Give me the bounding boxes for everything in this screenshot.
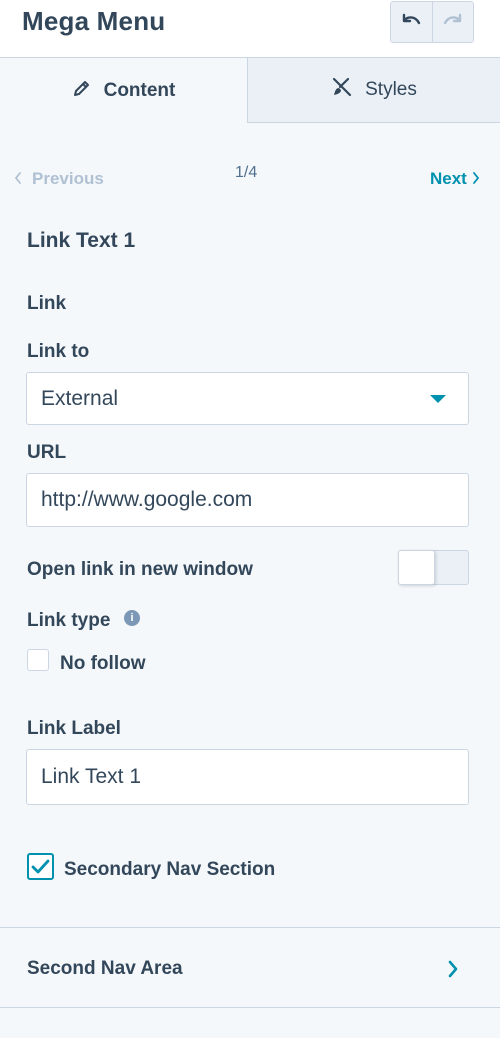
undo-icon <box>400 12 422 33</box>
no-follow-label: No follow <box>60 653 146 674</box>
brush-icon <box>331 76 353 104</box>
undo-button[interactable] <box>391 2 432 42</box>
link-label-input[interactable]: Link Text 1 <box>26 749 469 805</box>
chevron-left-icon <box>14 169 22 189</box>
link-type-label: Link type <box>27 610 111 631</box>
new-window-label: Open link in new window <box>27 559 253 580</box>
second-nav-area-row[interactable]: Second Nav Area <box>0 928 500 1007</box>
chevron-right-icon <box>447 960 459 983</box>
next-button[interactable]: Next <box>430 169 480 189</box>
tab-content[interactable]: Content <box>0 58 247 123</box>
item-pager: Previous 1/4 Next <box>0 160 500 196</box>
info-icon[interactable]: i <box>124 610 140 626</box>
history-controls <box>390 1 474 43</box>
url-label: URL <box>27 442 67 463</box>
divider <box>0 1007 500 1008</box>
tab-styles[interactable]: Styles <box>247 58 500 123</box>
link-to-value: External <box>41 386 119 410</box>
next-label: Next <box>430 169 467 188</box>
previous-button[interactable]: Previous <box>14 169 104 189</box>
url-input[interactable]: http://www.google.com <box>26 473 469 527</box>
section-title: Link Text 1 <box>27 229 136 252</box>
tab-styles-label: Styles <box>365 79 417 100</box>
new-window-toggle[interactable] <box>398 550 469 585</box>
tab-bar: Content Styles <box>0 58 500 123</box>
url-value: http://www.google.com <box>41 488 253 511</box>
toggle-knob <box>398 550 435 585</box>
link-heading: Link <box>27 293 67 314</box>
previous-label: Previous <box>32 169 104 188</box>
header: Mega Menu <box>0 0 500 58</box>
caret-down-icon <box>430 395 446 403</box>
link-to-select[interactable]: External <box>26 372 469 425</box>
page-title: Mega Menu <box>22 6 166 36</box>
link-label-value: Link Text 1 <box>41 765 142 788</box>
page-count: 1/4 <box>235 164 258 181</box>
secondary-nav-checkbox[interactable] <box>27 853 54 880</box>
redo-icon <box>442 12 464 33</box>
tab-content-label: Content <box>103 79 176 101</box>
chevron-right-icon <box>472 169 480 189</box>
link-to-label: Link to <box>27 341 90 362</box>
no-follow-checkbox[interactable] <box>27 649 49 671</box>
link-label-label: Link Label <box>27 718 121 739</box>
secondary-nav-label: Secondary Nav Section <box>64 859 276 880</box>
second-nav-area-label: Second Nav Area <box>27 958 183 979</box>
pencil-icon <box>72 78 92 104</box>
redo-button[interactable] <box>431 2 473 42</box>
